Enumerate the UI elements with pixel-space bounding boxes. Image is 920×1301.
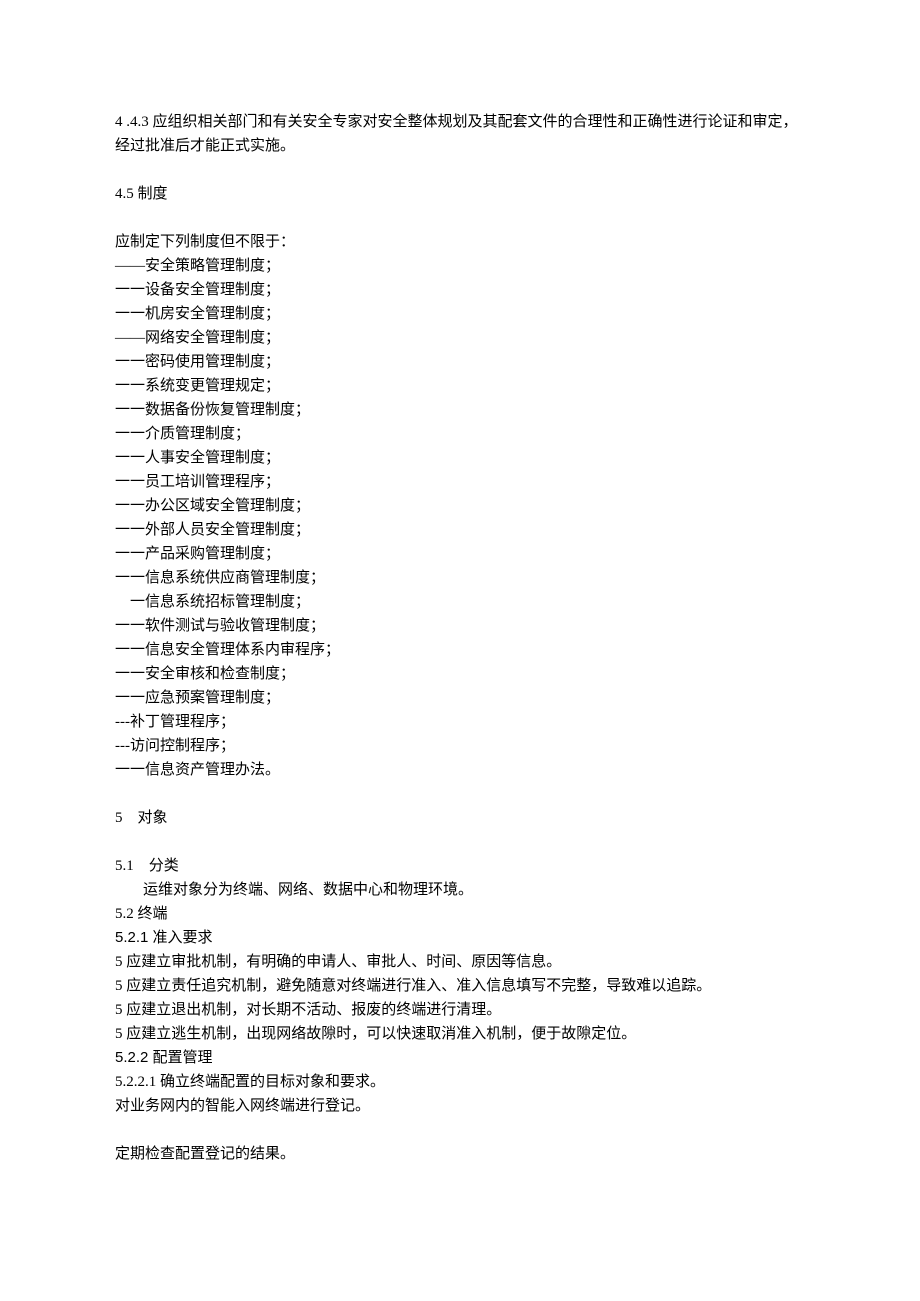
policy-item: 一一软件测试与验收管理制度； (115, 614, 805, 638)
policy-item: 一一介质管理制度； (115, 422, 805, 446)
policy-item: 一一人事安全管理制度； (115, 446, 805, 470)
section-4-5-intro: 应制定下列制度但不限于： (115, 230, 805, 254)
requirement-item: 5 应建立审批机制，有明确的申请人、审批人、时间、原因等信息。 (115, 950, 805, 974)
policy-item: 一一信息系统供应商管理制度； (115, 566, 805, 590)
policy-item: 一一外部人员安全管理制度； (115, 518, 805, 542)
policy-item: 一一办公区域安全管理制度； (115, 494, 805, 518)
requirement-item: 5 应建立退出机制，对长期不活动、报废的终端进行清理。 (115, 998, 805, 1022)
policy-item: 一一安全审核和检查制度； (115, 662, 805, 686)
policy-item: 一一产品采购管理制度； (115, 542, 805, 566)
section-5-2-2-title: 5.2.2 配置管理 (115, 1046, 805, 1070)
policy-item: ——网络安全管理制度； (115, 326, 805, 350)
policy-item: 一一信息安全管理体系内审程序； (115, 638, 805, 662)
policy-item: 一信息系统招标管理制度； (115, 590, 805, 614)
section-4-5-title: 4.5 制度 (115, 182, 805, 206)
policy-item: 一一数据备份恢复管理制度； (115, 398, 805, 422)
requirement-item: 5 应建立责任追究机制，避免随意对终端进行准入、准入信息填写不完整，导致难以追踪… (115, 974, 805, 998)
section-5-1-title: 5.1 分类 (115, 854, 805, 878)
requirement-item: 5 应建立逃生机制，出现网络故隙时，可以快速取消准入机制，便于故隙定位。 (115, 1022, 805, 1046)
document-page: 4 .4.3 应组织相关部门和有关安全专家对安全整体规划及其配套文件的合理性和正… (0, 0, 920, 1226)
section-4-4-3: 4 .4.3 应组织相关部门和有关安全专家对安全整体规划及其配套文件的合理性和正… (115, 110, 805, 158)
section-5-title: 5 对象 (115, 806, 805, 830)
section-5-2-1-title: 5.2.1 准入要求 (115, 926, 805, 950)
policy-item: 一一设备安全管理制度； (115, 278, 805, 302)
policy-item: ——安全策略管理制度； (115, 254, 805, 278)
section-5-2-2-1-body1: 对业务网内的智能入网终端进行登记。 (115, 1094, 805, 1118)
policy-item: ---补丁管理程序； (115, 710, 805, 734)
policy-item: ---访问控制程序； (115, 734, 805, 758)
section-5-2-title: 5.2 终端 (115, 902, 805, 926)
policy-item: 一一信息资产管理办法。 (115, 758, 805, 782)
policy-item: 一一员工培训管理程序； (115, 470, 805, 494)
policy-item: 一一机房安全管理制度； (115, 302, 805, 326)
policy-item: 一一应急预案管理制度； (115, 686, 805, 710)
section-5-1-body: 运维对象分为终端、网络、数据中心和物理环境。 (115, 878, 805, 902)
section-5-2-2-1-body2: 定期检查配置登记的结果。 (115, 1142, 805, 1166)
policy-item: 一一密码使用管理制度； (115, 350, 805, 374)
policy-item: 一一系统变更管理规定； (115, 374, 805, 398)
section-5-2-2-1: 5.2.2.1 确立终端配置的目标对象和要求。 (115, 1070, 805, 1094)
